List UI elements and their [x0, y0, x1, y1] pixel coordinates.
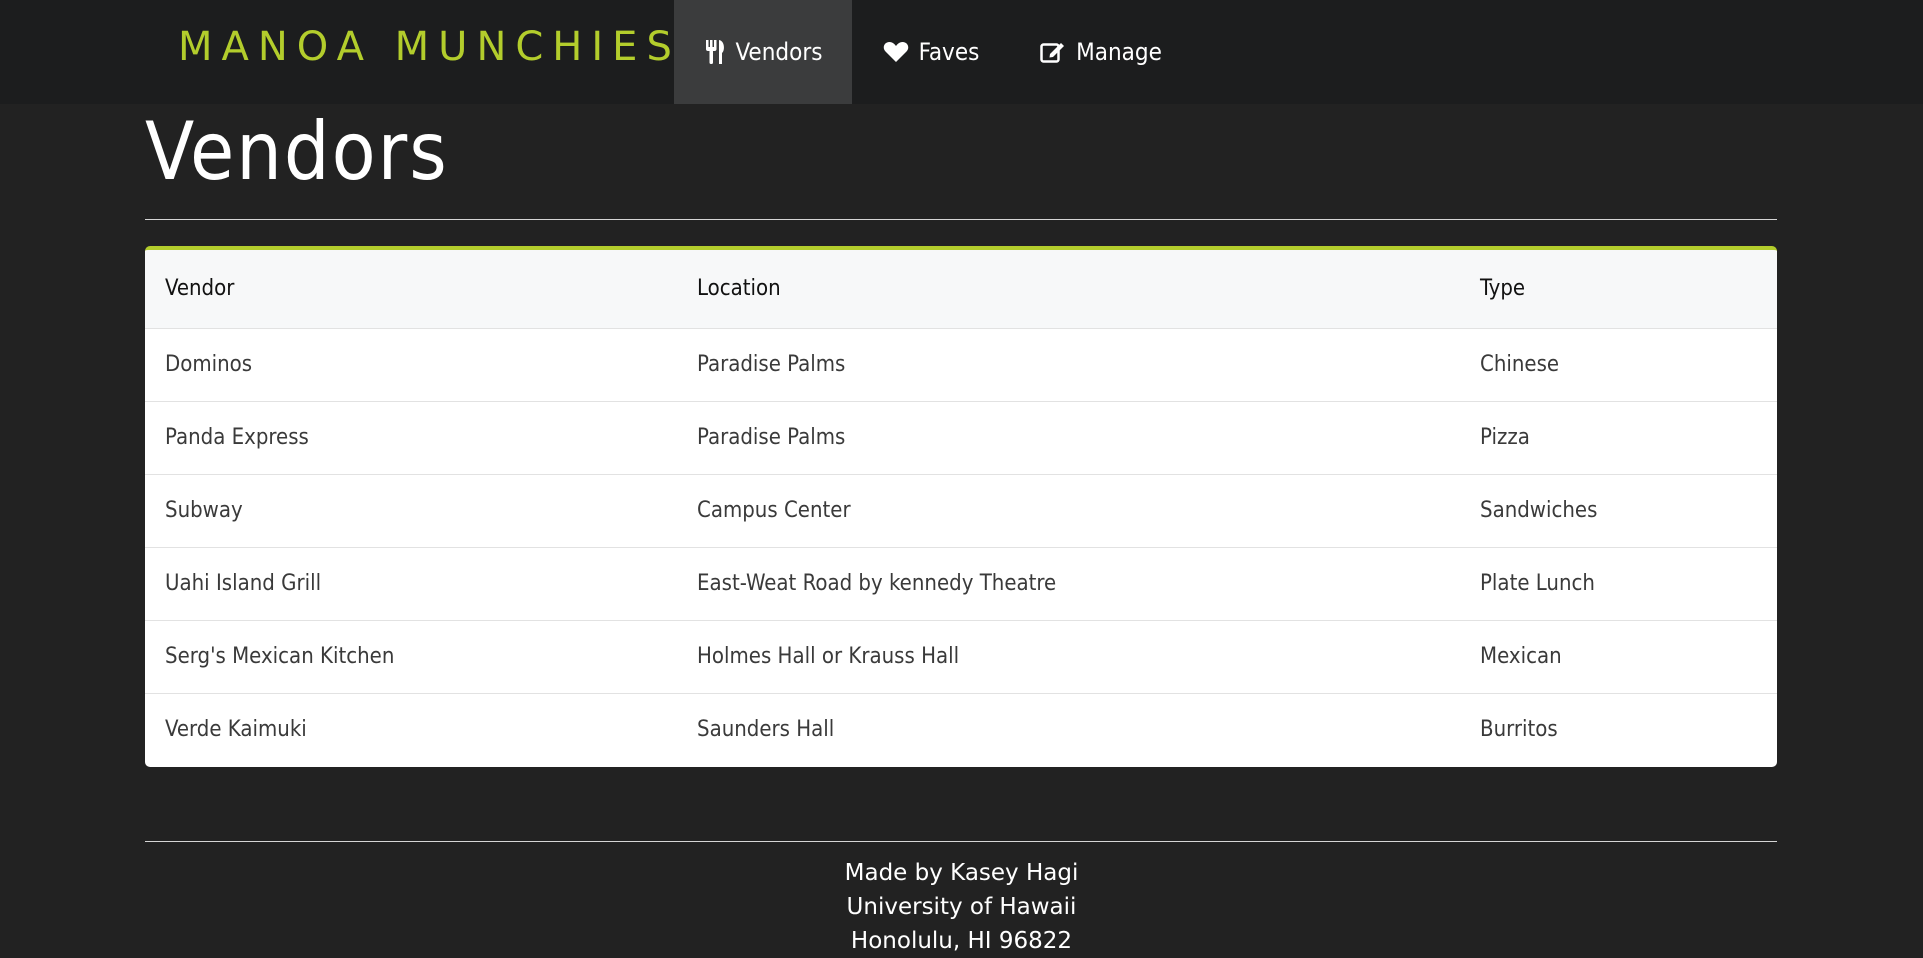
location-cell: Campus Center	[697, 498, 851, 523]
heart-icon	[883, 42, 908, 62]
header-type: Type	[1480, 276, 1526, 302]
edit-icon	[1040, 43, 1065, 63]
footer: Made by Kasey Hagi University of Hawaii …	[0, 856, 1923, 958]
nav-manage-label: Manage	[1076, 38, 1162, 66]
table-row: Subway Campus Center Sandwiches	[145, 474, 1777, 547]
table-row: Serg's Mexican Kitchen Holmes Hall or Kr…	[145, 620, 1777, 693]
vendors-table: Vendor Location Type Dominos Paradise Pa…	[145, 250, 1777, 766]
table-row: Panda Express Paradise Palms Pizza	[145, 401, 1777, 474]
vendor-cell: Verde Kaimuki	[165, 717, 307, 743]
type-cell: Burritos	[1480, 717, 1558, 743]
header-location: Location	[697, 276, 781, 302]
vendor-cell: Serg's Mexican Kitchen	[165, 644, 395, 669]
vendor-cell: Uahi Island Grill	[165, 571, 322, 596]
location-cell: Holmes Hall or Krauss Hall	[697, 644, 960, 669]
footer-address: Honolulu, HI 96822	[850, 928, 1073, 954]
brand-logo[interactable]: MANOA MUNCHIES	[178, 24, 681, 70]
footer-author: Made by Kasey Hagi	[844, 860, 1079, 886]
table-row: Uahi Island Grill East-Weat Road by kenn…	[145, 547, 1777, 620]
utensils-icon	[705, 40, 724, 64]
location-cell: Paradise Palms	[697, 425, 846, 450]
location-cell: Paradise Palms	[697, 352, 846, 377]
type-cell: Chinese	[1480, 352, 1560, 377]
nav-vendors-label: Vendors	[735, 38, 823, 66]
nav-faves-label: Faves	[918, 38, 980, 66]
nav-faves[interactable]: Faves	[866, 0, 996, 104]
type-cell: Pizza	[1480, 425, 1530, 450]
footer-divider	[145, 841, 1777, 842]
location-cell: Saunders Hall	[697, 717, 835, 743]
vendor-cell: Panda Express	[165, 425, 309, 450]
type-cell: Mexican	[1480, 644, 1562, 669]
type-cell: Sandwiches	[1480, 498, 1598, 523]
footer-university: University of Hawaii	[846, 894, 1077, 920]
nav-vendors[interactable]: Vendors	[674, 0, 852, 104]
header-vendor: Vendor	[165, 276, 235, 302]
title-divider	[145, 219, 1777, 220]
page-title: Vendors	[145, 105, 449, 198]
nav-manage[interactable]: Manage	[1020, 0, 1182, 104]
table-row: Dominos Paradise Palms Chinese	[145, 328, 1777, 401]
table-row: Verde Kaimuki Saunders Hall Burritos	[145, 693, 1777, 766]
type-cell: Plate Lunch	[1480, 571, 1595, 596]
vendor-cell: Subway	[165, 498, 243, 523]
table-header-row: Vendor Location Type	[145, 250, 1777, 328]
top-navbar: MANOA MUNCHIES Vendors Faves Manage	[0, 0, 1923, 104]
location-cell: East-Weat Road by kennedy Theatre	[697, 571, 1057, 596]
vendors-table-card: Vendor Location Type Dominos Paradise Pa…	[145, 246, 1777, 767]
vendor-cell: Dominos	[165, 352, 253, 377]
